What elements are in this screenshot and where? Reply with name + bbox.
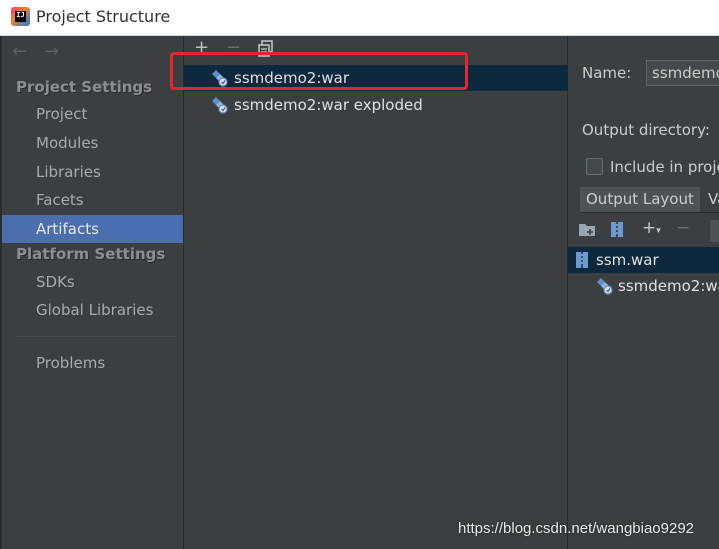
nav-item-modules[interactable]: Modules bbox=[2, 129, 183, 157]
tree-item-ssm-war[interactable]: ssm.war bbox=[568, 247, 719, 273]
archive-icon[interactable] bbox=[610, 221, 624, 243]
name-label: Name: bbox=[582, 64, 632, 82]
output-directory-label: Output directory: bbox=[582, 121, 710, 139]
intellij-app-icon: IJ bbox=[11, 7, 30, 26]
remove-element-button[interactable]: − bbox=[676, 218, 690, 238]
include-in-build-label: Include in project build bbox=[610, 158, 719, 176]
watermark-url: https://blog.csdn.net/wangbiao9292 bbox=[458, 520, 695, 537]
highlight-annotation-box bbox=[170, 52, 468, 90]
tree-item-war-exploded[interactable]: ssmdemo2:war exploded bbox=[568, 273, 719, 299]
title-bar: IJ Project Structure bbox=[0, 0, 719, 36]
new-folder-icon[interactable] bbox=[578, 222, 596, 242]
nav-item-problems[interactable]: Problems bbox=[2, 349, 183, 377]
nav-item-global-libraries[interactable]: Global Libraries bbox=[2, 296, 183, 324]
project-settings-header: Project Settings bbox=[16, 78, 153, 96]
toolbar-overflow[interactable] bbox=[710, 220, 719, 242]
artifact-details-panel: Name: ssmdemo2:war Output directory: Inc… bbox=[568, 36, 719, 549]
layout-toolbar: +▾ − bbox=[568, 214, 719, 246]
artifact-label: ssmdemo2:war exploded bbox=[234, 96, 423, 114]
platform-settings-header: Platform Settings bbox=[16, 245, 166, 263]
nav-separator bbox=[16, 336, 176, 337]
arrow-right-icon[interactable]: → bbox=[44, 41, 59, 62]
artifacts-panel: + − ssmdemo2:war ssmdemo2:war exploded bbox=[183, 36, 568, 549]
nav-item-facets[interactable]: Facets bbox=[2, 186, 183, 214]
nav-item-sdks[interactable]: SDKs bbox=[2, 268, 183, 296]
nav-item-libraries[interactable]: Libraries bbox=[2, 158, 183, 186]
nav-item-artifacts[interactable]: Artifacts bbox=[2, 215, 183, 243]
settings-navigation: ← → Project Settings Project Modules Lib… bbox=[0, 36, 183, 549]
tab-output-layout[interactable]: Output Layout bbox=[580, 187, 700, 212]
tree-item-label: ssmdemo2:war exploded bbox=[618, 277, 719, 295]
include-in-build-checkbox[interactable] bbox=[586, 158, 603, 175]
arrow-left-icon[interactable]: ← bbox=[12, 41, 27, 62]
artifact-name-input[interactable]: ssmdemo2:war bbox=[646, 60, 719, 86]
artifact-icon bbox=[211, 96, 229, 114]
add-element-button[interactable]: +▾ bbox=[642, 218, 661, 238]
artifact-item-war-exploded[interactable]: ssmdemo2:war exploded bbox=[184, 92, 568, 118]
tab-validation[interactable]: Validation bbox=[702, 187, 719, 212]
tab-underline bbox=[580, 212, 719, 213]
tree-item-label: ssm.war bbox=[596, 251, 659, 269]
window-title: Project Structure bbox=[36, 7, 171, 26]
artifact-icon bbox=[596, 277, 614, 303]
nav-item-project[interactable]: Project bbox=[2, 100, 183, 128]
